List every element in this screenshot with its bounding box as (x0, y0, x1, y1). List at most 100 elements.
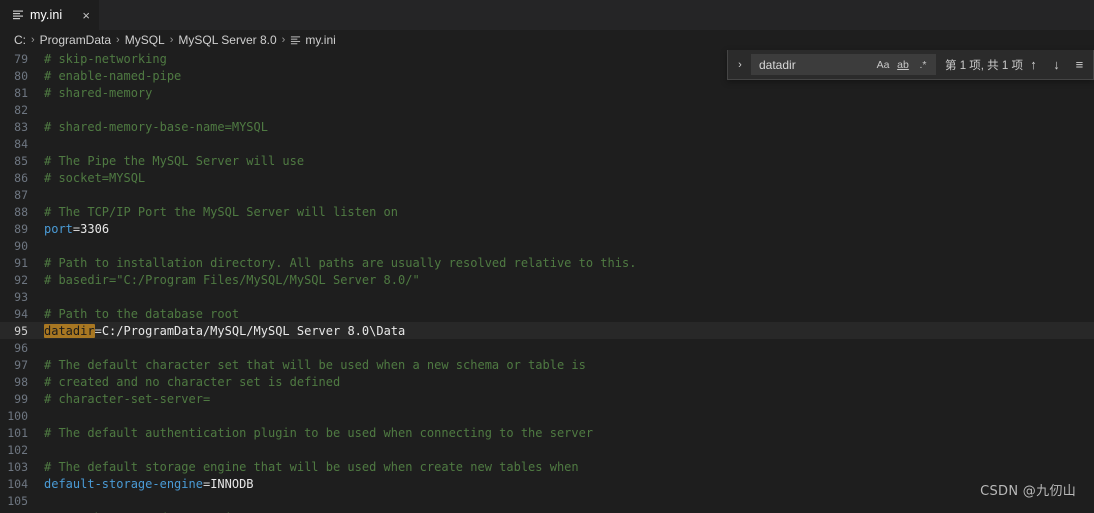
comment-token: # basedir="C:/Program Files/MySQL/MySQL … (44, 272, 420, 287)
code-line[interactable]: 105 (0, 492, 1094, 509)
code-line[interactable]: 106# Set the SQL mode to strict (0, 509, 1094, 513)
code-line[interactable]: 97 # The default character set that will … (0, 356, 1094, 373)
breadcrumb-item-mysql[interactable]: MySQL (125, 33, 165, 47)
comment-token: # enable-named-pipe (44, 68, 182, 83)
code-line[interactable]: 94 # Path to the database root (0, 305, 1094, 322)
comment-token: # socket=MYSQL (44, 170, 146, 185)
line-number: 91 (14, 255, 28, 270)
code-line[interactable]: 85 # The Pipe the MySQL Server will use (0, 152, 1094, 169)
setting-value: C:/ProgramData/MySQL/MySQL Server 8.0\Da… (101, 323, 406, 338)
code-line[interactable]: 95 datadir=C:/ProgramData/MySQL/MySQL Ser… (0, 322, 1094, 339)
comment-token: # The Pipe the MySQL Server will use (44, 153, 305, 168)
code-line-text: # shared-memory-base-name=MYSQL (44, 120, 1094, 134)
close-icon[interactable]: × (68, 9, 90, 22)
code-line[interactable]: 90 (0, 237, 1094, 254)
comment-token: # The default storage engine that will b… (44, 459, 579, 474)
code-line-text: # Path to the database root (44, 307, 1094, 321)
code-line-text: # The default character set that will be… (44, 358, 1094, 372)
code-line[interactable]: 101 # The default authentication plugin t… (0, 424, 1094, 441)
code-line-text: port=3306 (44, 222, 1094, 236)
code-line-text: # character-set-server= (44, 392, 1094, 406)
line-number: 79 (14, 51, 28, 66)
code-line-text: # The default storage engine that will b… (44, 460, 1094, 474)
line-number: 82 (14, 102, 28, 117)
code-line[interactable]: 100 (0, 407, 1094, 424)
comment-token: # The TCP/IP Port the MySQL Server will … (44, 204, 399, 219)
code-line[interactable]: 89 port=3306 (0, 220, 1094, 237)
code-line[interactable]: 91 # Path to installation directory. All … (0, 254, 1094, 271)
comment-token: # shared-memory-base-name=MYSQL (44, 119, 268, 134)
line-number: 100 (7, 408, 28, 423)
ini-file-icon (11, 9, 24, 22)
find-input-wrapper[interactable]: Aa ab .* (751, 54, 936, 75)
line-number: 84 (14, 136, 28, 151)
breadcrumb-item-file[interactable]: my.ini (290, 33, 336, 47)
find-in-selection-icon[interactable]: ≡ (1069, 54, 1090, 75)
tab-label: my.ini (30, 8, 63, 22)
line-number: 80 (14, 68, 28, 83)
breadcrumb: C: › ProgramData › MySQL › MySQL Server … (0, 30, 1094, 50)
code-line[interactable]: 102 (0, 441, 1094, 458)
code-line[interactable]: 93 (0, 288, 1094, 305)
code-line[interactable]: 88 # The TCP/IP Port the MySQL Server wil… (0, 203, 1094, 220)
comment-token: # The default authentication plugin to b… (44, 425, 594, 440)
comment-token: # created and no character set is define… (44, 374, 341, 389)
line-number: 87 (14, 187, 28, 202)
line-number: 98 (14, 374, 28, 389)
code-line[interactable]: 92 # basedir="C:/Program Files/MySQL/MySQ… (0, 271, 1094, 288)
line-number: 83 (14, 119, 28, 134)
setting-key: default-storage-engine (44, 476, 203, 491)
code-line[interactable]: 84 (0, 135, 1094, 152)
find-result-count: 第 1 项, 共 1 项 (945, 59, 1023, 72)
editor-tab-bar: my.ini × (0, 0, 1094, 30)
code-line-text: # The TCP/IP Port the MySQL Server will … (44, 205, 1094, 219)
comment-token: # character-set-server= (44, 391, 211, 406)
line-number: 95 (14, 323, 28, 338)
comment-token: # shared-memory (44, 85, 153, 100)
whole-word-icon[interactable]: ab (893, 56, 913, 74)
tab-my-ini[interactable]: my.ini × (0, 0, 99, 30)
code-line-text: # created and no character set is define… (44, 375, 1094, 389)
line-number: 81 (14, 85, 28, 100)
comment-token: # The default character set that will be… (44, 357, 586, 372)
code-line[interactable]: 82 (0, 101, 1094, 118)
code-line[interactable]: 87 (0, 186, 1094, 203)
find-actions: ↑ ↓ ≡ × (1023, 54, 1094, 75)
code-line-text: # socket=MYSQL (44, 171, 1094, 185)
code-line[interactable]: 86 # socket=MYSQL (0, 169, 1094, 186)
next-match-arrow-down-icon[interactable]: ↓ (1046, 54, 1067, 75)
code-line-text: # The Pipe the MySQL Server will use (44, 154, 1094, 168)
toggle-replace-chevron-icon[interactable]: › (732, 54, 748, 76)
regex-icon[interactable]: .* (913, 56, 933, 74)
line-number: 99 (14, 391, 28, 406)
line-number: 89 (14, 221, 28, 236)
code-line[interactable]: 99 # character-set-server= (0, 390, 1094, 407)
comment-token: # Path to installation directory. All pa… (44, 255, 637, 270)
code-line[interactable]: 81 # shared-memory (0, 84, 1094, 101)
breadcrumb-file-label: my.ini (305, 33, 336, 47)
line-number: 92 (14, 272, 28, 287)
breadcrumb-item-drive[interactable]: C: (14, 33, 26, 47)
code-line[interactable]: 98 # created and no character set is defi… (0, 373, 1094, 390)
match-case-icon[interactable]: Aa (873, 56, 893, 74)
code-line[interactable]: 96 (0, 339, 1094, 356)
search-input[interactable] (759, 57, 873, 72)
line-number: 104 (7, 476, 28, 491)
find-widget: › Aa ab .* 第 1 项, 共 1 项 ↑ ↓ ≡ × (727, 50, 1094, 80)
line-number: 101 (7, 425, 28, 440)
code-line[interactable]: 83 # shared-memory-base-name=MYSQL (0, 118, 1094, 135)
code-line-text: # basedir="C:/Program Files/MySQL/MySQL … (44, 273, 1094, 287)
code-editor[interactable]: 79 # skip-networking 80 # enable-named-pipe… (0, 50, 1094, 513)
breadcrumb-item-programdata[interactable]: ProgramData (40, 33, 111, 47)
breadcrumb-separator: › (169, 34, 174, 46)
breadcrumb-separator: › (31, 34, 35, 46)
code-line-text: # Path to installation directory. All pa… (44, 256, 1094, 270)
code-line[interactable]: 104 default-storage-engine=INNODB (0, 475, 1094, 492)
line-number: 93 (14, 289, 28, 304)
search-match-highlight: datadir (44, 323, 95, 338)
breadcrumb-item-mysql-server[interactable]: MySQL Server 8.0 (178, 33, 276, 47)
code-line[interactable]: 103 # The default storage engine that wil… (0, 458, 1094, 475)
comment-token: # skip-networking (44, 51, 167, 66)
previous-match-arrow-up-icon[interactable]: ↑ (1023, 54, 1044, 75)
line-number: 94 (14, 306, 28, 321)
